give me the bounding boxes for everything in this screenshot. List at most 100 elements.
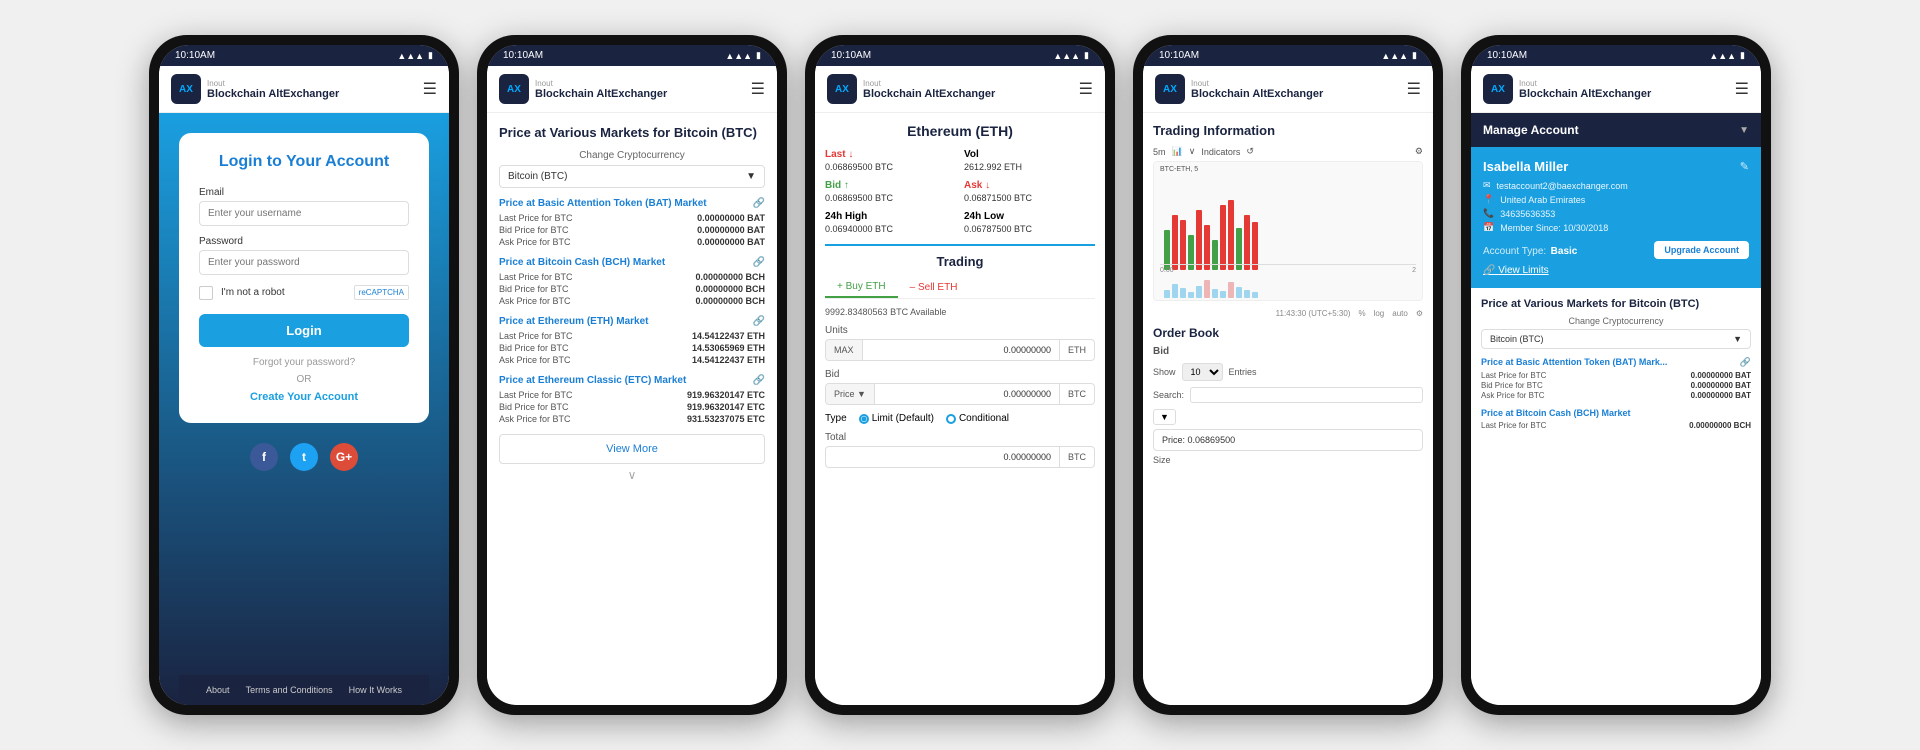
facebook-icon[interactable]: f <box>250 443 278 471</box>
captcha-checkbox[interactable] <box>199 286 213 300</box>
google-plus-icon[interactable]: G+ <box>330 443 358 471</box>
chart-log[interactable]: log <box>1374 309 1385 318</box>
footer-terms[interactable]: Terms and Conditions <box>246 685 333 695</box>
view-more-button[interactable]: View More <box>499 434 765 464</box>
market-link-icon-bat[interactable]: 🔗 <box>753 198 765 209</box>
tab-sell-eth[interactable]: – Sell ETH <box>898 277 970 298</box>
signal-icon-4: ▲▲▲ <box>1381 51 1408 61</box>
hamburger-menu-1[interactable]: ☰ <box>423 79 437 99</box>
market-section-bat: Price at Basic Attention Token (BAT) Mar… <box>499 198 765 247</box>
vol-1 <box>1164 290 1170 298</box>
show-label: Show <box>1153 367 1176 377</box>
manage-content: Manage Account ▼ Isabella Miller ✎ ✉ tes… <box>1471 113 1761 705</box>
vol-9 <box>1228 282 1234 298</box>
hamburger-menu-3[interactable]: ☰ <box>1079 79 1093 99</box>
status-time-5: 10:10AM <box>1487 50 1527 61</box>
create-account-link[interactable]: Create Your Account <box>199 391 409 403</box>
units-field: MAX 0.00000000 ETH <box>825 339 1095 361</box>
entries-select[interactable]: 10 25 50 <box>1182 363 1223 381</box>
chart-settings2[interactable]: ⚙ <box>1416 309 1423 318</box>
units-label: Units <box>825 325 1095 336</box>
footer-links: About Terms and Conditions How It Works <box>179 675 429 705</box>
type-limit[interactable]: Limit (Default) <box>859 413 934 424</box>
type-opt2: Conditional <box>959 413 1009 424</box>
footer-how[interactable]: How It Works <box>349 685 402 695</box>
chart-down-icon[interactable]: ∨ <box>1189 146 1196 157</box>
phone-trading-info: 10:10AM ▲▲▲ ▮ AX Inout Blockchain AltExc… <box>1133 35 1443 715</box>
user-phone-row: 📞 34635636353 <box>1483 208 1749 219</box>
login-button[interactable]: Login <box>199 314 409 347</box>
social-icons: f t G+ <box>250 443 358 471</box>
vol-8 <box>1220 291 1226 298</box>
type-conditional[interactable]: Conditional <box>946 413 1009 424</box>
status-bar-4: 10:10AM ▲▲▲ ▮ <box>1143 45 1433 66</box>
status-icons-4: ▲▲▲ ▮ <box>1381 50 1417 61</box>
market-section-bch: Price at Bitcoin Cash (BCH) Market 🔗 Las… <box>499 257 765 306</box>
manage-link-icon-bat[interactable]: 🔗 <box>1740 357 1751 368</box>
manage-arrow-icon: ▼ <box>1739 125 1749 136</box>
status-bar-1: 10:10AM ▲▲▲ ▮ <box>159 45 449 66</box>
market-row-eth-2: Bid Price for BTC 14.53065969 ETH <box>499 343 765 353</box>
max-tag[interactable]: MAX <box>826 340 863 360</box>
manage-row-bat-1: Last Price for BTC 0.00000000 BAT <box>1481 371 1751 380</box>
user-phone: 34635636353 <box>1500 209 1555 219</box>
vol-7 <box>1212 289 1218 298</box>
vol-11 <box>1244 290 1250 298</box>
chart-pct[interactable]: % <box>1358 309 1365 318</box>
market-row-eth-3: Ask Price for BTC 14.54122437 ETH <box>499 355 765 365</box>
hamburger-menu-4[interactable]: ☰ <box>1407 79 1421 99</box>
manage-crypto-dropdown[interactable]: Bitcoin (BTC) ▼ <box>1481 329 1751 349</box>
manage-row-bch-1: Last Price for BTC 0.00000000 BCH <box>1481 421 1751 430</box>
market-link-icon-eth[interactable]: 🔗 <box>753 316 765 327</box>
chart-refresh-icon[interactable]: ↺ <box>1246 146 1254 157</box>
login-card: Login to Your Account Email Password I'm… <box>179 133 429 423</box>
edit-profile-icon[interactable]: ✎ <box>1740 160 1749 173</box>
timeframe-5m[interactable]: 5m <box>1153 147 1166 157</box>
candle-9 <box>1228 200 1234 270</box>
view-limits-link[interactable]: 🔗 View Limits <box>1483 265 1749 276</box>
status-icons-1: ▲▲▲ ▮ <box>397 50 433 61</box>
status-bar-5: 10:10AM ▲▲▲ ▮ <box>1471 45 1761 66</box>
tab-buy-eth[interactable]: + Buy ETH <box>825 277 898 298</box>
chart-tool-icon[interactable]: 📊 <box>1172 146 1183 157</box>
vol-12 <box>1252 292 1258 298</box>
app-header-1: AX Inout Blockchain AltExchanger ☰ <box>159 66 449 113</box>
chart-settings-icon[interactable]: ⚙ <box>1415 146 1423 157</box>
captcha-logo: reCAPTCHA <box>354 285 409 300</box>
indicators-label[interactable]: Indicators <box>1201 147 1240 157</box>
forgot-link[interactable]: Forgot your password? <box>199 357 409 368</box>
market-link-icon-etc[interactable]: 🔗 <box>753 375 765 386</box>
hamburger-menu-2[interactable]: ☰ <box>751 79 765 99</box>
chart-volume <box>1164 273 1412 298</box>
footer-about[interactable]: About <box>206 685 230 695</box>
search-input[interactable] <box>1190 387 1423 403</box>
price-dropdown[interactable]: Price ▼ <box>826 384 875 404</box>
market-link-icon-bch[interactable]: 🔗 <box>753 257 765 268</box>
crypto-dropdown-2[interactable]: Bitcoin (BTC) ▼ <box>499 165 765 188</box>
app-title-block-1: Inout Blockchain AltExchanger <box>207 79 339 100</box>
user-location-row: 📍 United Arab Emirates <box>1483 194 1749 205</box>
manage-account-header[interactable]: Manage Account ▼ <box>1471 113 1761 147</box>
account-type-label: Account Type: <box>1483 246 1546 257</box>
app-title-block-3: Inout Blockchain AltExchanger <box>863 79 995 100</box>
search-label: Search: <box>1153 390 1184 400</box>
market-section-bch-title: Price at Bitcoin Cash (BCH) Market 🔗 <box>499 257 765 268</box>
password-input[interactable] <box>199 250 409 275</box>
market-row-bat-3: Ask Price for BTC 0.00000000 BAT <box>499 237 765 247</box>
hamburger-menu-5[interactable]: ☰ <box>1735 79 1749 99</box>
upgrade-account-button[interactable]: Upgrade Account <box>1654 241 1749 259</box>
market-section-etc: Price at Ethereum Classic (ETC) Market 🔗… <box>499 375 765 424</box>
dropdown-filter[interactable]: ▼ <box>1153 409 1176 425</box>
email-input[interactable] <box>199 201 409 226</box>
status-time-3: 10:10AM <box>831 50 871 61</box>
order-book-bid: Bid <box>1153 346 1423 357</box>
phone-icon: 📞 <box>1483 208 1494 219</box>
market-section-eth-title: Price at Ethereum (ETH) Market 🔗 <box>499 316 765 327</box>
units-unit: ETH <box>1059 340 1094 360</box>
user-profile-card: Isabella Miller ✎ ✉ testaccount2@baexcha… <box>1471 147 1761 288</box>
status-icons-3: ▲▲▲ ▮ <box>1053 50 1089 61</box>
candle-2 <box>1172 215 1178 270</box>
chart-auto[interactable]: auto <box>1392 309 1408 318</box>
twitter-icon[interactable]: t <box>290 443 318 471</box>
status-icons-5: ▲▲▲ ▮ <box>1709 50 1745 61</box>
